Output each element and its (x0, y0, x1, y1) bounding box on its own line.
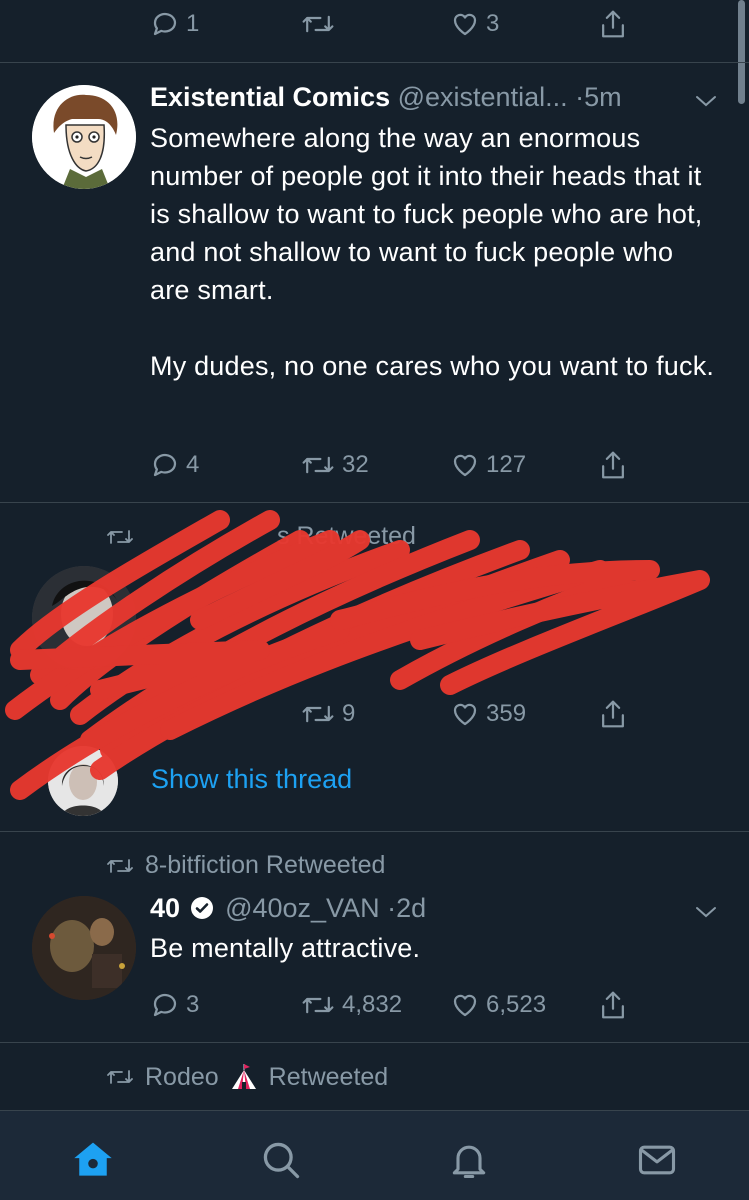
retweet-button[interactable]: 32 (300, 445, 369, 485)
avatar-photo (32, 566, 136, 670)
tweet-text: Be mentally attractive. (150, 933, 421, 963)
avatar[interactable] (32, 896, 136, 1000)
retweet-button[interactable]: 9 (300, 694, 355, 734)
previous-tweet-actions: 1 3 (150, 4, 670, 44)
heart-icon (453, 703, 477, 726)
divider (0, 831, 749, 832)
divider (0, 1042, 749, 1043)
divider (0, 502, 749, 503)
reply-button[interactable]: 4 (150, 445, 199, 485)
retweeted-by-label[interactable]: 8-bitfiction Retweeted (145, 851, 385, 880)
retweeted-by-line: 8-bitfiction Retweeted (105, 851, 385, 880)
reply-count: 4 (186, 451, 200, 478)
share-icon (602, 700, 624, 728)
share-icon (602, 451, 624, 479)
chevron-down-icon[interactable] (693, 92, 719, 110)
share-icon (602, 991, 624, 1019)
retweet-count: 9 (342, 700, 356, 727)
circus-tent-icon (231, 1064, 256, 1089)
reply-count: 3 (186, 991, 200, 1018)
share-icon (602, 10, 624, 38)
thread-avatar[interactable] (48, 746, 118, 816)
avatar[interactable] (32, 566, 136, 670)
reply-button[interactable]: 3 (150, 985, 199, 1025)
retweet-icon (107, 1070, 133, 1084)
notifications-icon (452, 1145, 486, 1179)
tweet-text: Somewhere along the way an enormous numb… (150, 123, 715, 381)
retweet-icon (302, 705, 334, 723)
retweeted-by-line: Rodeo Retweeted (105, 1062, 388, 1092)
tweet-actions: 3 4,832 6,523 (150, 985, 670, 1025)
reply-icon (153, 993, 177, 1017)
tab-home[interactable] (70, 1137, 116, 1183)
like-button[interactable]: 127 (450, 445, 526, 485)
like-button[interactable]: 3 (450, 4, 499, 44)
heart-icon (453, 994, 477, 1017)
like-button[interactable]: 6,523 (450, 985, 546, 1025)
tweet-actions: 4 32 127 (150, 445, 670, 485)
share-button[interactable] (598, 985, 628, 1025)
reply-icon (153, 12, 177, 36)
tab-search[interactable] (258, 1137, 304, 1183)
retweeted-by-name[interactable]: Rodeo (145, 1063, 219, 1092)
author-handle[interactable]: @40oz_VAN (225, 893, 380, 923)
messages-icon (638, 1145, 676, 1175)
author-name[interactable]: 40 (150, 893, 180, 923)
bottom-tab-bar (0, 1110, 749, 1200)
verified-badge-icon (190, 897, 213, 919)
tab-messages[interactable] (634, 1137, 680, 1183)
timestamp[interactable]: ·2d (387, 893, 426, 923)
like-button[interactable]: 359 (450, 694, 526, 734)
tweet-header: Existential Comics @existential... ·5m (150, 82, 622, 113)
retweeted-by-label: s Retweeted (277, 522, 416, 550)
tab-notifications[interactable] (446, 1137, 492, 1183)
home-icon (74, 1142, 112, 1176)
like-count: 359 (486, 700, 527, 727)
author-name[interactable]: Existential Comics (150, 82, 390, 112)
share-button[interactable] (598, 445, 628, 485)
like-count: 6,523 (486, 991, 547, 1018)
avatar-photo (48, 746, 118, 816)
reply-icon (153, 453, 177, 477)
like-count: 3 (486, 10, 500, 37)
tweet-actions: 9 359 (150, 694, 670, 734)
show-thread-link[interactable]: Show this thread (151, 764, 352, 795)
share-button[interactable] (598, 4, 628, 44)
divider (0, 62, 749, 63)
like-count: 127 (486, 451, 527, 478)
retweet-button[interactable] (300, 4, 336, 44)
retweet-button[interactable]: 4,832 (300, 985, 402, 1025)
retweet-count: 4,832 (342, 991, 403, 1018)
reply-button[interactable]: 1 (150, 4, 199, 44)
share-button[interactable] (598, 694, 628, 734)
chevron-down-icon[interactable] (693, 903, 719, 921)
scrollbar[interactable] (738, 0, 745, 104)
retweet-icon (302, 15, 334, 33)
avatar-drawing (32, 85, 136, 189)
retweet-icon (107, 858, 133, 873)
retweet-icon (302, 996, 334, 1014)
heart-icon (453, 13, 477, 36)
avatar[interactable] (32, 85, 136, 189)
retweeted-by-line: s Retweeted (105, 522, 416, 551)
retweet-count: 32 (342, 451, 369, 478)
search-icon (263, 1142, 300, 1179)
retweet-icon (107, 529, 133, 544)
retweet-icon (302, 456, 334, 474)
heart-icon (453, 454, 477, 477)
reply-count: 1 (186, 10, 200, 37)
retweeted-suffix: Retweeted (268, 1062, 389, 1091)
author-handle[interactable]: @existential... (398, 82, 568, 112)
avatar-photo (32, 896, 136, 1000)
tweet-header: 40 @40oz_VAN ·2d (150, 893, 426, 924)
timestamp[interactable]: ·5m (575, 82, 622, 112)
